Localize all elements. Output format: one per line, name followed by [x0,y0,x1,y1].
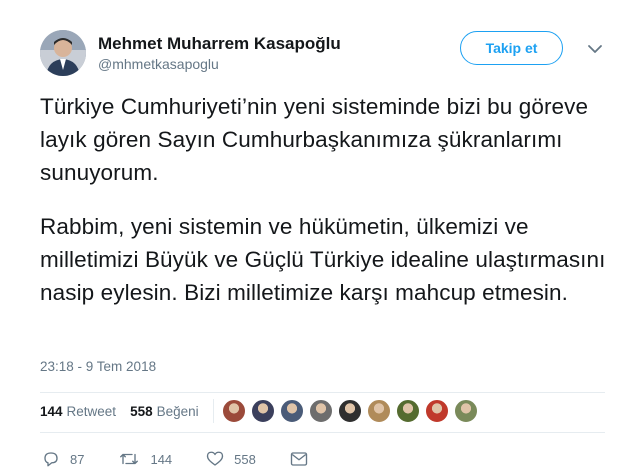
avatar-image [40,30,86,76]
like-action-count: 558 [234,451,256,467]
author-name[interactable]: Mehmet Muharrem Kasapoğlu [98,34,341,54]
envelope-icon [290,452,308,466]
tweet-card: Mehmet Muharrem Kasapoğlu @mhmetkasapogl… [0,0,635,471]
tweet-text: Türkiye Cumhuriyeti’nin yeni sisteminde … [40,90,610,309]
reply-action[interactable]: 87 [42,450,84,468]
tweet-paragraph-2: Rabbim, yeni sistemin ve hükümetin, ülke… [40,214,606,305]
retweet-icon [120,453,139,465]
liker-avatar[interactable] [366,399,391,423]
like-stat[interactable]: 558 Beğeni [130,404,199,419]
tweet-actions: 87 144 558 [42,448,352,470]
liker-avatar[interactable] [221,399,246,423]
like-label: Beğeni [156,403,199,419]
tweet-header: Mehmet Muharrem Kasapoğlu @mhmetkasapogl… [40,30,607,76]
retweet-action[interactable]: 144 [118,450,172,468]
reply-icon [44,452,58,467]
tweet-timestamp[interactable]: 23:18 - 9 Tem 2018 [40,359,156,374]
stats-separator [212,399,214,423]
retweet-action-count: 144 [150,451,173,467]
heart-icon [206,451,224,466]
retweet-label: Retweet [66,403,117,419]
divider-bottom [40,432,605,433]
retweet-stat[interactable]: 144 Retweet [40,404,116,419]
liker-avatar[interactable] [424,399,449,423]
liker-avatar[interactable] [279,399,304,423]
likers-avatars [221,399,483,423]
tweet-paragraph-1: Türkiye Cumhuriyeti’nin yeni sisteminde … [40,94,589,185]
like-action[interactable]: 558 [206,450,256,468]
follow-button[interactable]: Takip et [460,31,563,65]
like-count: 558 [130,403,153,419]
author-handle[interactable]: @mhmetkasapoglu [98,56,219,72]
tweet-stats: 144 Retweet 558 Beğeni [40,394,483,428]
liker-avatar[interactable] [250,399,275,423]
reply-count: 87 [70,451,85,467]
liker-avatar[interactable] [395,399,420,423]
chevron-down-icon[interactable] [587,42,603,56]
liker-avatar[interactable] [337,399,362,423]
liker-avatar[interactable] [308,399,333,423]
divider-top [40,392,605,393]
retweet-count: 144 [40,403,63,419]
liker-avatar[interactable] [453,399,478,423]
direct-message-action[interactable] [290,451,318,467]
avatar[interactable] [40,30,86,76]
